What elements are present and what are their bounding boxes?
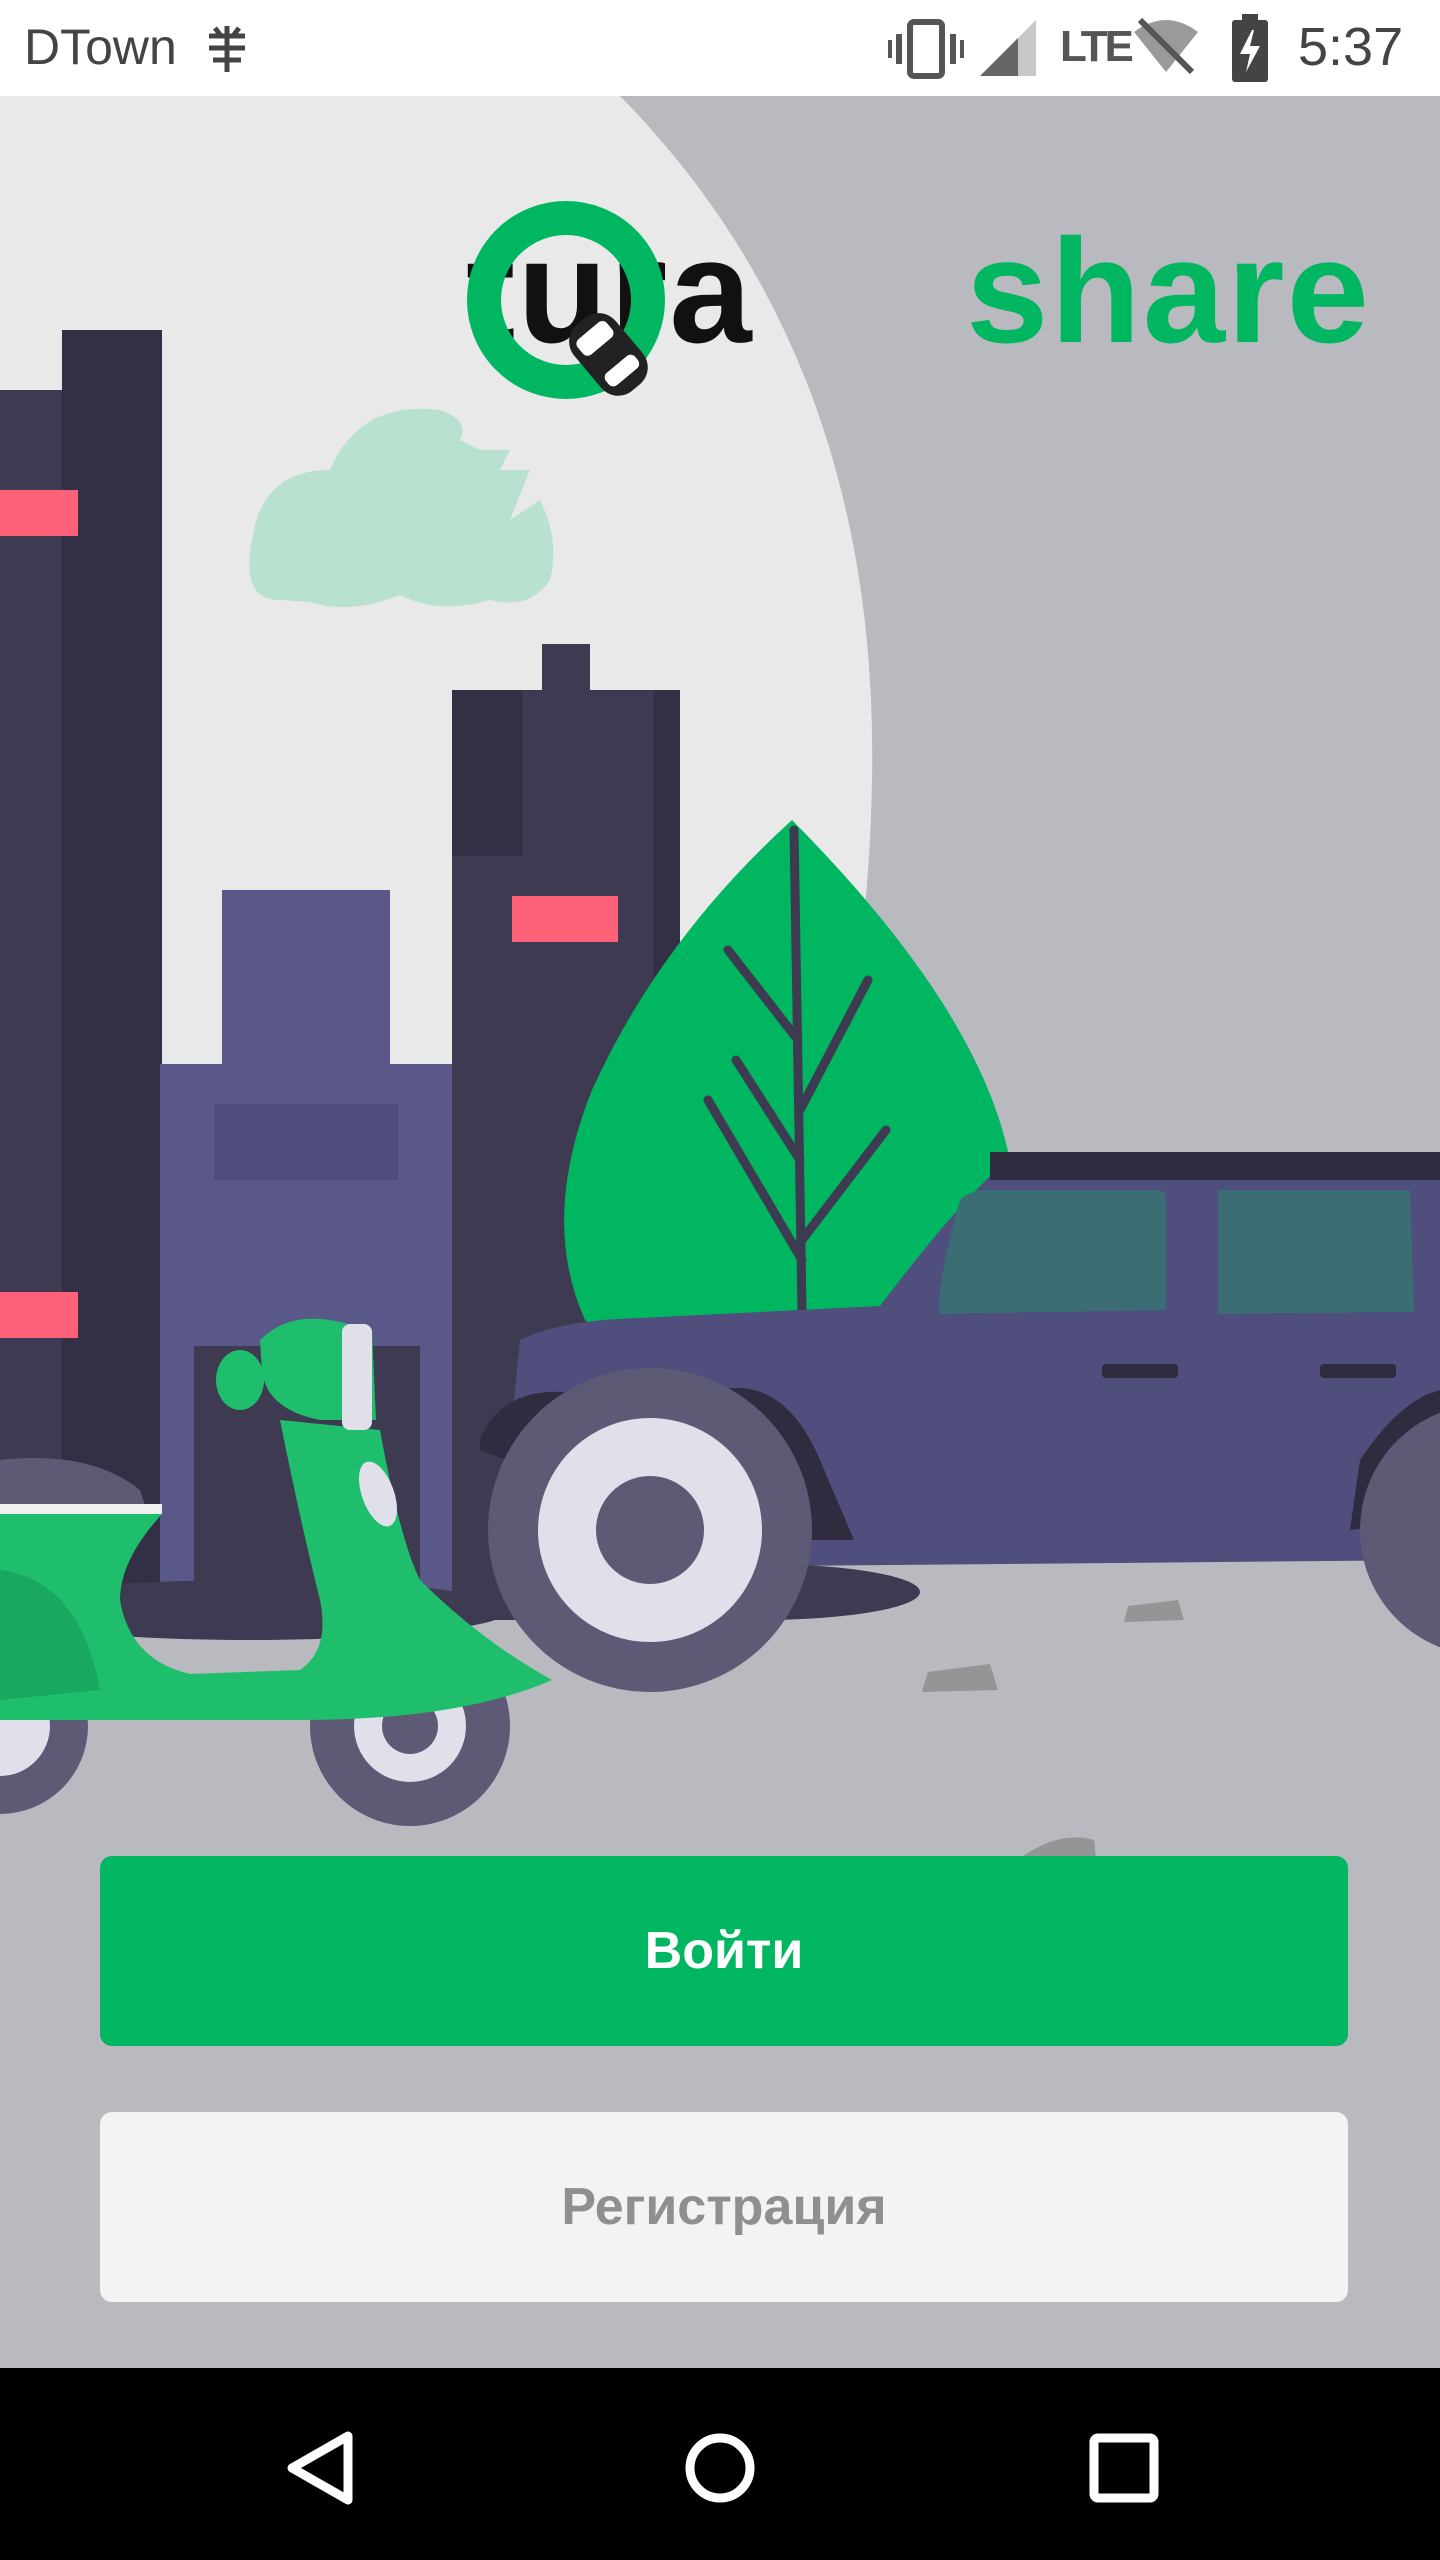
recents-icon[interactable] (1064, 2408, 1184, 2528)
system-nav-bar (0, 2368, 1440, 2560)
network-type: LTE (1060, 22, 1134, 71)
wifi-off-icon (1134, 17, 1198, 75)
battery-charging-icon (1232, 14, 1268, 82)
turoshare-logo: tura share (466, 200, 1369, 420)
signal-icon (980, 20, 1036, 76)
clock: 5:37 (1298, 17, 1404, 77)
home-icon[interactable] (660, 2408, 780, 2528)
login-button[interactable]: Войти (100, 1856, 1348, 2046)
carrier-name: DTown (24, 19, 177, 75)
back-icon[interactable] (260, 2408, 380, 2528)
status-bar: DTown LTE 5:37 (0, 0, 1440, 96)
logo-text-right: share (966, 209, 1371, 374)
register-button[interactable]: Регистрация (100, 2112, 1348, 2302)
car-icon (467, 201, 665, 399)
vibrate-icon (888, 19, 964, 79)
cell-tower-icon (209, 26, 245, 72)
